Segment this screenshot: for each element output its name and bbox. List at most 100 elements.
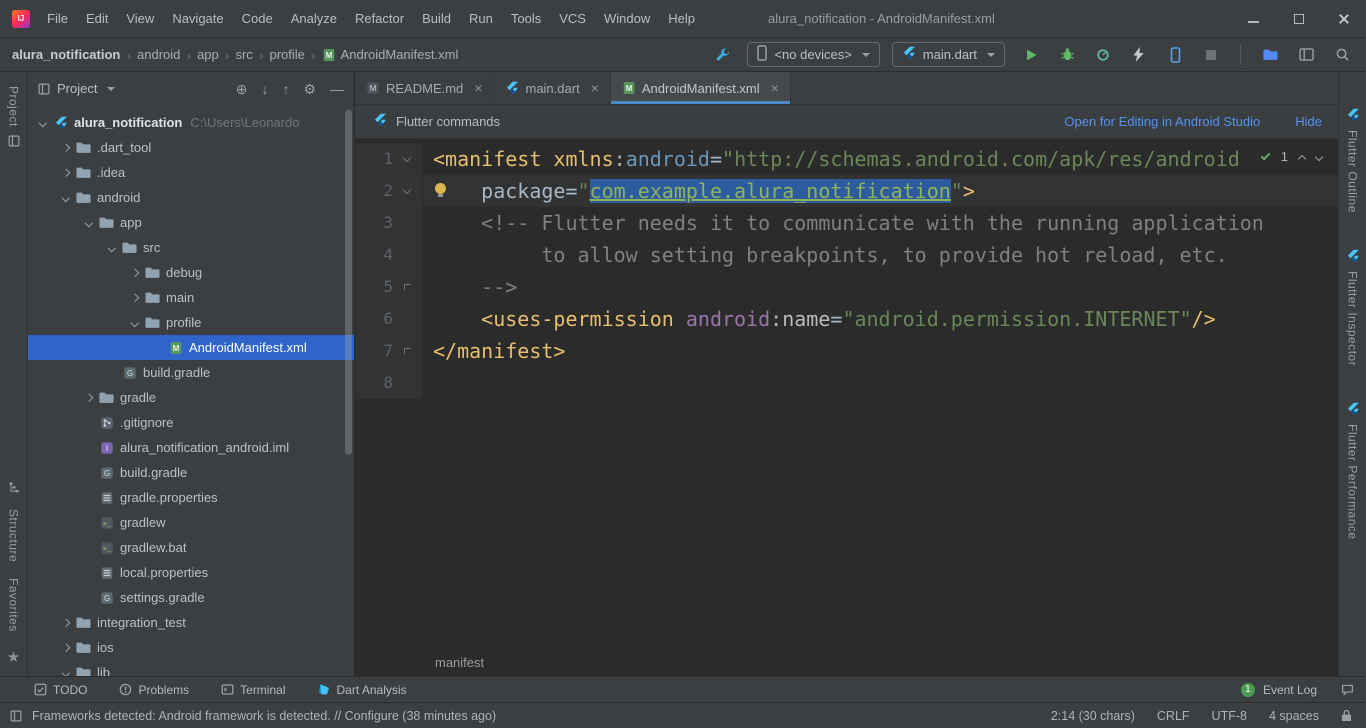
chevron-down-icon[interactable] (62, 669, 70, 676)
menu-help[interactable]: Help (659, 0, 704, 38)
fold-marker-icon[interactable] (404, 284, 411, 290)
tree-item-local.properties[interactable]: local.properties (28, 560, 354, 585)
breadcrumb-android[interactable]: android (137, 47, 180, 62)
tree-item-.gitignore[interactable]: .gitignore (28, 410, 354, 435)
editor-breadcrumb[interactable]: manifest (355, 649, 1338, 676)
menu-analyze[interactable]: Analyze (282, 0, 346, 38)
close-tab-icon[interactable]: × (771, 81, 779, 95)
close-button[interactable] (1321, 0, 1366, 38)
toolwindow-button-terminal[interactable]: Terminal (221, 683, 285, 697)
status-message[interactable]: Frameworks detected: Android framework i… (32, 709, 496, 723)
line-separator[interactable]: CRLF (1157, 709, 1190, 723)
chevron-down-icon[interactable] (85, 219, 93, 227)
tree-item-app[interactable]: app (28, 210, 354, 235)
chevron-right-icon[interactable] (131, 269, 139, 277)
event-log-button[interactable]: Event Log (1263, 683, 1317, 697)
menu-run[interactable]: Run (460, 0, 502, 38)
expand-all-button[interactable]: ↓ (261, 82, 268, 96)
tab-README.md[interactable]: MREADME.md× (355, 72, 494, 104)
tree-item-debug[interactable]: debug (28, 260, 354, 285)
menu-vcs[interactable]: VCS (550, 0, 595, 38)
tree-item-AndroidManifest.xml[interactable]: MAndroidManifest.xml (28, 335, 354, 360)
stop-button[interactable] (1199, 43, 1223, 67)
maximize-button[interactable] (1276, 0, 1321, 38)
chevron-right-icon[interactable] (62, 144, 70, 152)
breadcrumb-alura_notification[interactable]: alura_notification (12, 47, 120, 62)
menu-view[interactable]: View (117, 0, 163, 38)
settings-button[interactable]: ⚙ (303, 82, 316, 96)
tree-item-settings.gradle[interactable]: Gsettings.gradle (28, 585, 354, 610)
tree-item-lib[interactable]: lib (28, 660, 354, 676)
intention-bulb-icon[interactable] (435, 183, 446, 194)
tree-item-gradlew[interactable]: >_gradlew (28, 510, 354, 535)
tree-item-gradle.properties[interactable]: gradle.properties (28, 485, 354, 510)
code-line-3[interactable]: 3 <!-- Flutter needs it to communicate w… (355, 207, 1338, 239)
tool-button-flutter-performance[interactable]: Flutter Performance (1346, 402, 1360, 540)
chevron-right-icon[interactable] (85, 394, 93, 402)
collapse-all-button[interactable]: ↑ (282, 82, 289, 96)
code-line-8[interactable]: 8 (355, 367, 1338, 399)
menu-refactor[interactable]: Refactor (346, 0, 413, 38)
prev-problem-icon[interactable] (1298, 154, 1306, 162)
tree-item-integration_test[interactable]: integration_test (28, 610, 354, 635)
tree-item-alura_notification[interactable]: alura_notificationC:\Users\Leonardo (28, 110, 354, 135)
code-line-1[interactable]: 1<manifest xmlns:android="http://schemas… (355, 143, 1338, 175)
chevron-down-icon[interactable] (39, 119, 47, 127)
tree-item-ios[interactable]: ios (28, 635, 354, 660)
profiler-button[interactable] (1091, 43, 1115, 67)
hide-banner-link[interactable]: Hide (1295, 114, 1322, 129)
chevron-right-icon[interactable] (62, 169, 70, 177)
toolwindow-button-todo[interactable]: TODO (34, 683, 87, 697)
toolwindow-button-problems[interactable]: Problems (119, 683, 189, 697)
indent-config[interactable]: 4 spaces (1269, 709, 1319, 723)
close-tab-icon[interactable]: × (474, 81, 482, 95)
chevron-right-icon[interactable] (131, 294, 139, 302)
code-line-7[interactable]: 7</manifest> (355, 335, 1338, 367)
tab-main.dart[interactable]: main.dart× (494, 72, 610, 104)
chevron-down-icon[interactable] (108, 244, 116, 252)
flutter-wrench-button[interactable] (711, 43, 735, 67)
lock-icon[interactable] (1341, 709, 1352, 722)
chevron-down-icon[interactable] (131, 319, 139, 327)
project-view-dropdown[interactable]: Project (57, 81, 97, 96)
favorites-star-icon[interactable]: ★ (7, 648, 20, 666)
menu-build[interactable]: Build (413, 0, 460, 38)
code-editor[interactable]: 1<manifest xmlns:android="http://schemas… (355, 139, 1338, 649)
fold-marker-icon[interactable] (403, 154, 411, 162)
open-in-android-studio-link[interactable]: Open for Editing in Android Studio (1064, 114, 1260, 129)
breadcrumb-manifest[interactable]: manifest (435, 655, 484, 670)
search-everywhere-button[interactable] (1330, 43, 1354, 67)
run-config-selector[interactable]: main.dart (892, 42, 1005, 67)
tool-button-structure[interactable]: Structure (7, 509, 21, 562)
scrollbar[interactable] (345, 110, 352, 455)
apply-changes-button[interactable] (1127, 43, 1151, 67)
minimize-button[interactable] (1231, 0, 1276, 38)
tree-item-.idea[interactable]: .idea (28, 160, 354, 185)
toolwindow-button-dart-analysis[interactable]: Dart Analysis (318, 683, 407, 697)
chevron-right-icon[interactable] (62, 619, 70, 627)
menu-edit[interactable]: Edit (77, 0, 117, 38)
hide-button[interactable]: — (330, 82, 344, 96)
tree-item-build.gradle[interactable]: Gbuild.gradle (28, 360, 354, 385)
breadcrumb-AndroidManifest.xml[interactable]: MAndroidManifest.xml (322, 47, 459, 62)
tree-item-main[interactable]: main (28, 285, 354, 310)
flutter-device-button[interactable] (1163, 43, 1187, 67)
layout-button[interactable] (1294, 43, 1318, 67)
menu-navigate[interactable]: Navigate (163, 0, 232, 38)
tree-item-src[interactable]: src (28, 235, 354, 260)
menu-file[interactable]: File (38, 0, 77, 38)
next-problem-icon[interactable] (1315, 152, 1323, 160)
fold-marker-icon[interactable] (403, 186, 411, 194)
caret-position[interactable]: 2:14 (30 chars) (1051, 709, 1135, 723)
breadcrumb-app[interactable]: app (197, 47, 219, 62)
tree-item-build.gradle[interactable]: Gbuild.gradle (28, 460, 354, 485)
tree-item-profile[interactable]: profile (28, 310, 354, 335)
notification-balloon-icon[interactable] (1341, 683, 1354, 696)
device-selector[interactable]: <no devices> (747, 42, 879, 67)
tree-item-alura_notification_android.iml[interactable]: Ialura_notification_android.iml (28, 435, 354, 460)
tab-AndroidManifest.xml[interactable]: MAndroidManifest.xml× (611, 72, 791, 104)
tool-button-flutter-outline[interactable]: Flutter Outline (1346, 108, 1360, 213)
tool-button-favorites[interactable]: Favorites (7, 578, 21, 632)
debug-button[interactable] (1055, 43, 1079, 67)
file-encoding[interactable]: UTF-8 (1212, 709, 1247, 723)
